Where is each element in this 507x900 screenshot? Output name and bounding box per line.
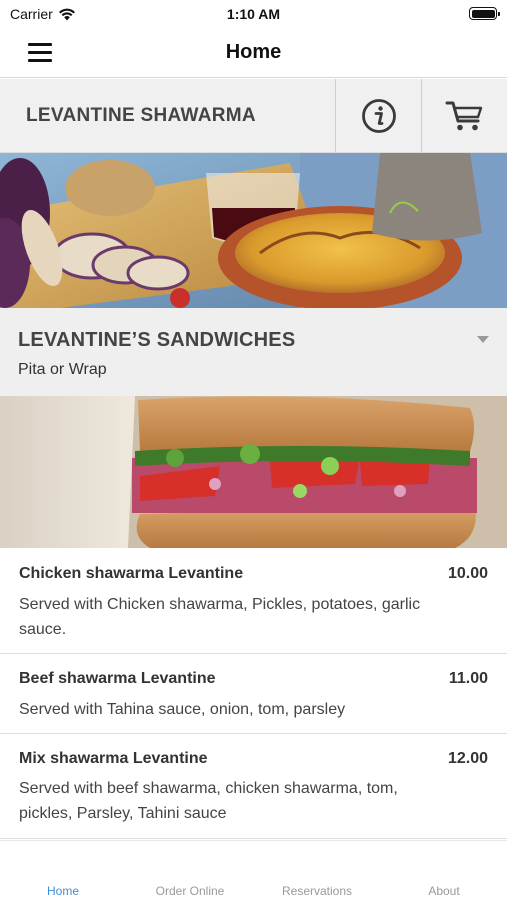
menu-item[interactable]: Mix shawarma Levantine 12.00 Served with… (0, 734, 507, 839)
item-name: Mix shawarma Levantine (19, 750, 208, 767)
restaurant-name: LEVANTINE SHAWARMA (26, 105, 256, 126)
tab-bar: Home Order Online Reservations About (0, 840, 507, 900)
status-time: 1:10 AM (226, 6, 281, 22)
item-name: Beef shawarma Levantine (19, 670, 216, 687)
tab-home[interactable]: Home (0, 884, 126, 898)
page-title: Home (225, 41, 282, 63)
navigation-bar: Home (0, 28, 507, 78)
tab-order-online[interactable]: Order Online (127, 884, 253, 898)
item-name: Chicken shawarma Levantine (19, 565, 244, 582)
category-subtitle: Pita or Wrap (18, 361, 107, 378)
menu-list: Chicken shawarma Levantine 10.00 Served … (0, 548, 507, 839)
info-icon (361, 99, 396, 133)
cart-icon (445, 101, 482, 131)
item-description: Served with Tahina sauce, onion, tom, pa… (19, 701, 346, 718)
restaurant-header: LEVANTINE SHAWARMA (0, 79, 507, 153)
menu-item[interactable]: Beef shawarma Levantine 11.00 Served wit… (0, 654, 507, 734)
item-price: 10.00 (447, 565, 488, 582)
category-title: LEVANTINE’S SANDWICHES (18, 329, 296, 351)
hamburger-menu-icon[interactable] (28, 43, 52, 63)
status-bar: Carrier 1:10 AM (0, 0, 507, 28)
tab-reservations[interactable]: Reservations (254, 884, 380, 898)
info-button[interactable] (336, 79, 421, 153)
banner-image (0, 153, 507, 308)
menu-item[interactable]: Chicken shawarma Levantine 10.00 Served … (0, 548, 507, 654)
item-price: 11.00 (448, 670, 488, 687)
tab-about[interactable]: About (381, 884, 507, 898)
battery-icon (469, 7, 500, 20)
item-price: 12.00 (447, 750, 488, 767)
item-description: Served with beef shawarma, chicken shawa… (19, 780, 398, 822)
cart-button[interactable] (422, 79, 507, 153)
item-description: Served with Chicken shawarma, Pickles, p… (19, 596, 421, 638)
category-header[interactable]: LEVANTINE’S SANDWICHES Pita or Wrap (0, 308, 507, 396)
category-image (0, 396, 507, 548)
caret-down-icon[interactable] (477, 336, 489, 343)
